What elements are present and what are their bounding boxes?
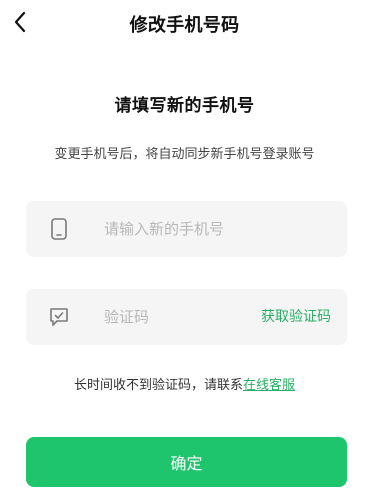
message-check-icon xyxy=(47,305,71,329)
help-text: 长时间收不到验证码，请联系在线客服 xyxy=(0,377,369,395)
phone-input[interactable] xyxy=(104,201,324,257)
phone-icon xyxy=(47,217,71,241)
help-message: 长时间收不到验证码，请联系 xyxy=(73,378,243,393)
page-title: 修改手机号码 xyxy=(129,15,240,36)
main-heading: 请填写新的手机号 xyxy=(114,96,255,116)
app-header: 修改手机号码 xyxy=(0,0,369,52)
online-support-link[interactable]: 在线客服 xyxy=(243,378,295,393)
phone-field[interactable] xyxy=(26,201,347,257)
verification-code-field[interactable]: 获取验证码 xyxy=(26,289,347,345)
verification-code-input[interactable] xyxy=(104,289,244,345)
confirm-button[interactable]: 确定 xyxy=(26,437,347,487)
get-code-button[interactable]: 获取验证码 xyxy=(261,307,331,327)
subtitle: 变更手机号后，将自动同步新手机号登录账号 xyxy=(54,147,315,162)
